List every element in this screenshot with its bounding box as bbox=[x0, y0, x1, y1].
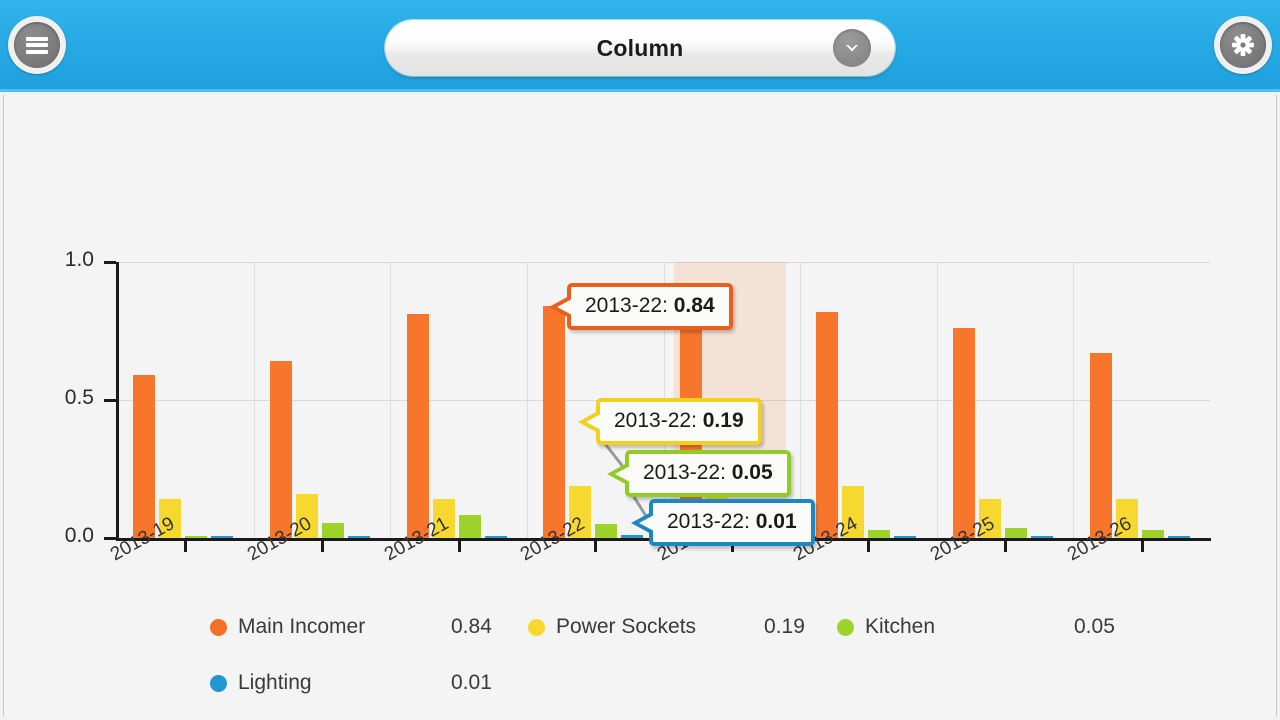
x-tick-mark bbox=[867, 541, 871, 552]
category-separator bbox=[253, 262, 255, 538]
tooltip-value: 0.84 bbox=[673, 294, 715, 317]
bar-kitchen-2013-22[interactable] bbox=[595, 524, 618, 538]
legend-item-main-incomer[interactable]: Main Incomer bbox=[210, 615, 365, 639]
bar-lighting-2013-24[interactable] bbox=[894, 535, 917, 538]
x-tick-mark bbox=[320, 541, 324, 552]
hamburger-menu-icon bbox=[26, 36, 48, 54]
x-tick-mark bbox=[1004, 541, 1008, 552]
y-tick-mark bbox=[104, 261, 116, 264]
tooltip-value: 0.01 bbox=[755, 510, 797, 533]
bar-chart: 0.0 0.5 1.0 2013-19 2013-20 2013-21 2013-22 20… bbox=[4, 95, 1278, 565]
legend-color-dot bbox=[528, 618, 545, 636]
tooltip-main-incomer: 2013-22: 0.84 bbox=[549, 283, 733, 330]
x-tick-mark bbox=[184, 541, 188, 552]
tooltip-arrow-inner bbox=[586, 413, 601, 430]
legend-item-kitchen[interactable]: Kitchen bbox=[837, 615, 935, 639]
tooltip-label: 2013-22: bbox=[614, 409, 703, 432]
bar-kitchen-2013-24[interactable] bbox=[868, 529, 891, 538]
legend-series-name: Lighting bbox=[238, 671, 312, 694]
settings-button-inner bbox=[1220, 22, 1266, 68]
bar-lighting-2013-21[interactable] bbox=[484, 535, 507, 538]
y-axis-line bbox=[116, 262, 119, 539]
legend-color-dot bbox=[210, 674, 227, 692]
app-header: Column bbox=[0, 0, 1280, 92]
x-tick-mark bbox=[1140, 541, 1144, 552]
tooltip-value: 0.05 bbox=[731, 461, 773, 484]
legend-series-name: Kitchen bbox=[865, 615, 936, 638]
legend-color-dot bbox=[210, 618, 227, 636]
bar-kitchen-2013-20[interactable] bbox=[321, 522, 344, 538]
app-root: Column 0.0 0.5 1.0 2013-19 2013-20 2013-… bbox=[0, 0, 1280, 720]
category-separator bbox=[800, 262, 802, 538]
menu-button-inner bbox=[14, 22, 60, 68]
y-tick-label: 0.5 bbox=[64, 386, 94, 409]
settings-button[interactable] bbox=[1214, 16, 1272, 74]
bar-main-incomer-2013-24[interactable] bbox=[816, 311, 839, 538]
bar-lighting-2013-26[interactable] bbox=[1167, 536, 1190, 538]
tooltip-label: 2013-22: bbox=[667, 510, 756, 533]
tooltip-value: 0.19 bbox=[702, 409, 744, 432]
y-tick-mark bbox=[104, 537, 116, 540]
legend-series-value: 0.05 bbox=[1074, 615, 1115, 638]
bar-kitchen-2013-26[interactable] bbox=[1141, 529, 1164, 538]
legend-color-dot bbox=[837, 618, 854, 636]
legend-series-value: 0.01 bbox=[451, 671, 492, 694]
legend-series-name: Power Sockets bbox=[556, 615, 697, 638]
category-separator bbox=[526, 262, 528, 538]
bar-main-incomer-2013-25[interactable] bbox=[953, 328, 976, 538]
category-separator bbox=[1073, 262, 1075, 538]
bar-main-incomer-2013-22[interactable] bbox=[543, 306, 566, 538]
tooltip-power-sockets: 2013-22: 0.19 bbox=[578, 398, 762, 445]
chevron-down-icon[interactable] bbox=[833, 29, 871, 67]
tooltip-label: 2013-22: bbox=[643, 461, 732, 484]
bar-lighting-2013-22[interactable] bbox=[621, 535, 644, 538]
chart-type-dropdown[interactable]: Column bbox=[385, 20, 895, 76]
x-tick-mark bbox=[457, 541, 461, 552]
legend-series-value: 0.19 bbox=[764, 615, 805, 638]
chart-legend: Main Incomer 0.84 Power Sockets 0.19 Kitchen… bbox=[4, 555, 1278, 717]
tooltip-arrow-inner bbox=[639, 514, 654, 531]
tooltip-kitchen: 2013-22: 0.05 bbox=[607, 450, 791, 497]
tooltip-label: 2013-22: bbox=[585, 294, 674, 317]
y-tick-label: 0.0 bbox=[64, 524, 94, 547]
y-tick-mark bbox=[104, 399, 116, 402]
bar-main-incomer-2013-26[interactable] bbox=[1089, 353, 1112, 538]
gear-icon bbox=[1232, 34, 1254, 56]
x-tick-mark bbox=[594, 541, 598, 552]
bar-kitchen-2013-25[interactable] bbox=[1005, 528, 1028, 538]
tooltip-lighting: 2013-22: 0.01 bbox=[631, 499, 815, 546]
bar-kitchen-2013-21[interactable] bbox=[458, 514, 481, 538]
bar-lighting-2013-20[interactable] bbox=[347, 535, 370, 538]
bar-lighting-2013-19[interactable] bbox=[211, 535, 234, 538]
category-separator bbox=[936, 262, 938, 538]
y-tick-label: 1.0 bbox=[64, 248, 94, 271]
category-separator bbox=[390, 262, 392, 538]
bar-lighting-2013-25[interactable] bbox=[1031, 536, 1054, 538]
tooltip-arrow-inner bbox=[615, 465, 630, 482]
legend-item-power-sockets[interactable]: Power Sockets bbox=[528, 615, 696, 639]
menu-button[interactable] bbox=[8, 16, 66, 74]
tooltip-arrow-inner bbox=[557, 298, 572, 315]
content-panel: 0.0 0.5 1.0 2013-19 2013-20 2013-21 2013-22 20… bbox=[3, 95, 1277, 717]
legend-series-name: Main Incomer bbox=[238, 615, 366, 638]
chart-type-dropdown-label: Column bbox=[596, 34, 684, 61]
bar-kitchen-2013-19[interactable] bbox=[185, 536, 208, 538]
bar-main-incomer-2013-20[interactable] bbox=[269, 361, 292, 538]
legend-item-lighting[interactable]: Lighting bbox=[210, 671, 312, 695]
bar-main-incomer-2013-19[interactable] bbox=[133, 375, 156, 538]
bar-main-incomer-2013-21[interactable] bbox=[406, 314, 429, 538]
legend-series-value: 0.84 bbox=[451, 615, 492, 638]
